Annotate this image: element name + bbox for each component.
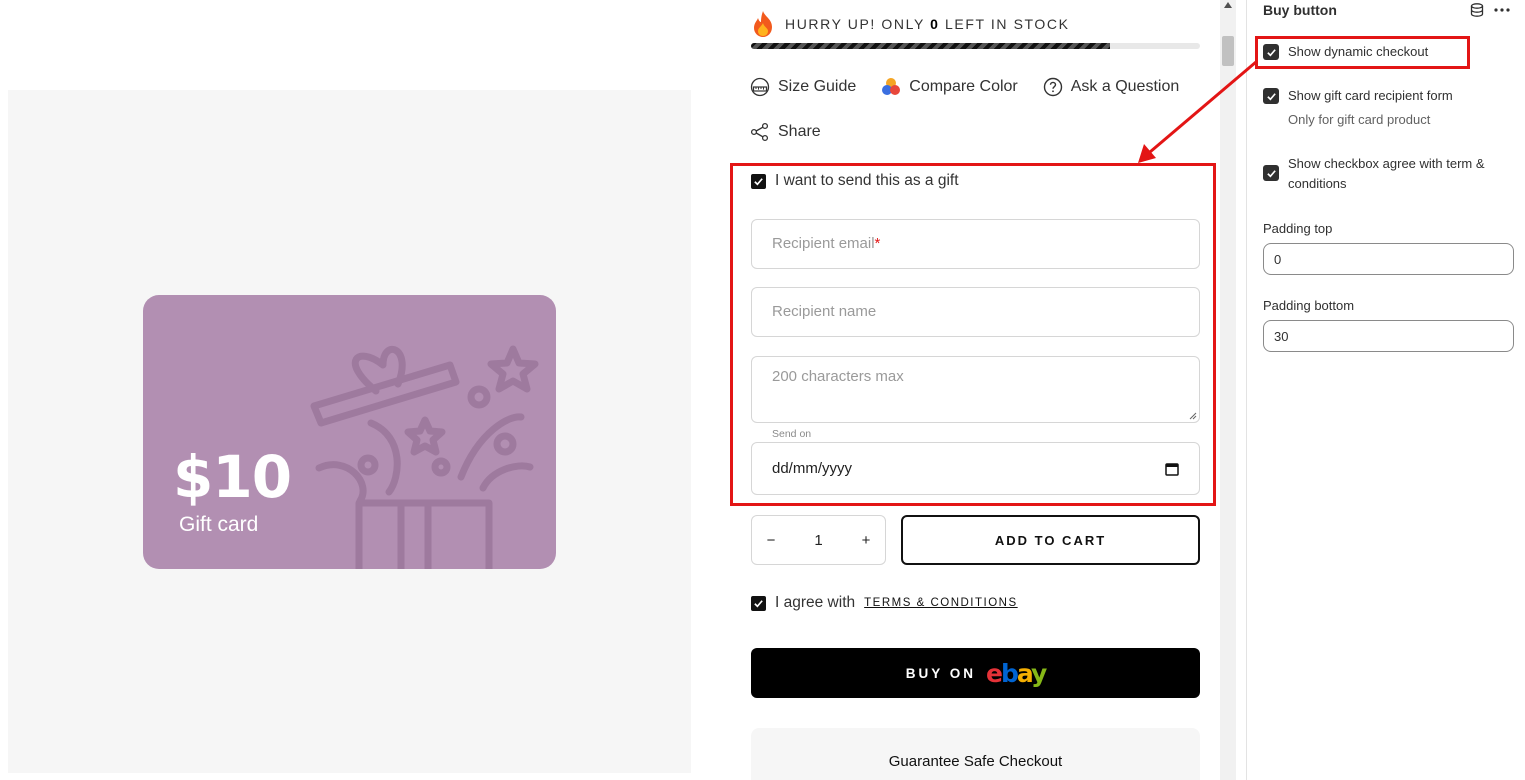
stock-progress-bar xyxy=(751,43,1200,49)
date-placeholder: dd/mm/yyyy xyxy=(772,460,853,477)
database-icon[interactable] xyxy=(1469,2,1485,18)
recipient-email-field[interactable]: Recipient email* xyxy=(751,219,1200,269)
guarantee-safe-checkout: Guarantee Safe Checkout xyxy=(751,728,1200,780)
padding-top-input[interactable]: 0 xyxy=(1263,243,1514,275)
agree-terms-label: Show checkbox agree with term & conditio… xyxy=(1288,156,1485,191)
add-to-cart-button[interactable]: ADD TO CART xyxy=(901,515,1200,565)
ask-question-label: Ask a Question xyxy=(1070,78,1180,95)
gift-message-placeholder: 200 characters max xyxy=(772,368,904,385)
guarantee-title: Guarantee Safe Checkout xyxy=(888,753,1063,770)
setting-show-agree-checkbox[interactable]: Show checkbox agree with term & conditio… xyxy=(1263,154,1513,194)
fire-icon xyxy=(754,11,772,37)
quantity-stepper: − 1 + xyxy=(751,515,886,565)
check-icon xyxy=(1266,169,1276,177)
check-icon xyxy=(754,177,763,185)
question-circle-icon xyxy=(1043,77,1062,97)
product-image-area: $10 Gift card xyxy=(8,90,691,773)
check-icon xyxy=(1266,92,1276,100)
buy-on-ebay-button[interactable]: BUY ON ebay xyxy=(751,648,1200,698)
send-on-date-field[interactable]: dd/mm/yyyy xyxy=(751,442,1200,495)
gift-recipient-form-hint: Only for gift card product xyxy=(1288,112,1431,127)
product-links: Size Guide Compare Color Ask a Question … xyxy=(750,76,1210,143)
more-options-icon[interactable] xyxy=(1493,2,1511,18)
calendar-icon[interactable] xyxy=(1165,462,1179,476)
padding-bottom-label: Padding bottom xyxy=(1263,298,1355,313)
dynamic-checkout-checkbox[interactable] xyxy=(1263,44,1279,60)
gift-recipient-form-checkbox[interactable] xyxy=(1263,88,1279,104)
required-mark: * xyxy=(874,235,881,252)
compare-color-label: Compare Color xyxy=(909,78,1018,95)
gift-card-amount: $10 xyxy=(173,443,292,511)
compare-color-link[interactable]: Compare Color xyxy=(881,76,1018,98)
share-link[interactable]: Share xyxy=(750,121,821,143)
agree-checkbox-row[interactable]: I agree with TERMS & CONDITIONS xyxy=(751,594,1018,612)
stock-text: HURRY UP! ONLY 0 LEFT IN STOCK xyxy=(785,16,1070,32)
dynamic-checkout-label: Show dynamic checkout xyxy=(1288,44,1429,59)
scroll-thumb[interactable] xyxy=(1222,36,1234,66)
send-on-label: Send on xyxy=(772,428,812,440)
size-guide-link[interactable]: Size Guide xyxy=(750,76,856,98)
settings-title: Buy button xyxy=(1263,2,1337,18)
size-guide-label: Size Guide xyxy=(778,78,857,95)
check-icon xyxy=(754,599,763,607)
resize-grip-icon[interactable] xyxy=(1189,412,1197,420)
check-icon xyxy=(1266,48,1276,56)
agree-terms-checkbox[interactable] xyxy=(1263,165,1279,181)
terms-link[interactable]: TERMS & CONDITIONS xyxy=(864,597,1018,609)
quantity-value[interactable]: 1 xyxy=(814,532,822,549)
scrollbar[interactable] xyxy=(1220,0,1236,780)
ask-question-link[interactable]: Ask a Question xyxy=(1043,76,1180,98)
gift-checkbox-label: I want to send this as a gift xyxy=(775,172,959,189)
recipient-name-field[interactable]: Recipient name xyxy=(751,287,1200,337)
ebay-logo: ebay xyxy=(985,658,1047,688)
setting-show-dynamic-checkout[interactable]: Show dynamic checkout xyxy=(1263,42,1428,62)
padding-top-label: Padding top xyxy=(1263,221,1333,236)
agree-checkbox[interactable] xyxy=(751,595,766,611)
padding-bottom-input[interactable]: 30 xyxy=(1263,320,1514,352)
recipient-email-placeholder: Recipient email xyxy=(772,235,875,252)
gift-recipient-form-label: Show gift card recipient form xyxy=(1288,88,1453,103)
recipient-name-placeholder: Recipient name xyxy=(772,303,877,320)
increase-quantity-button[interactable]: + xyxy=(859,532,873,549)
share-label: Share xyxy=(778,123,821,140)
stock-notice: HURRY UP! ONLY 0 LEFT IN STOCK xyxy=(750,10,1070,38)
gift-checkbox[interactable] xyxy=(751,173,766,189)
gift-card-image[interactable]: $10 Gift card xyxy=(143,295,556,569)
buy-on-label: BUY ON xyxy=(905,665,976,681)
scroll-up-arrow-icon[interactable] xyxy=(1224,2,1232,8)
stock-progress-fill xyxy=(751,43,1111,49)
settings-panel: Buy button Show dynamic checkout Show gi… xyxy=(1246,0,1525,780)
gift-message-field[interactable]: 200 characters max xyxy=(751,356,1200,423)
product-form: HURRY UP! ONLY 0 LEFT IN STOCK Size Guid… xyxy=(730,0,1220,780)
setting-show-gift-card-recipient-form[interactable]: Show gift card recipient form Only for g… xyxy=(1263,86,1453,130)
gift-checkbox-row[interactable]: I want to send this as a gift xyxy=(751,172,959,190)
share-icon xyxy=(750,122,769,142)
agree-label: I agree with xyxy=(775,594,856,611)
color-circles-icon xyxy=(882,78,901,95)
ruler-icon xyxy=(750,77,770,97)
gift-card-label: Gift card xyxy=(179,513,259,536)
decrease-quantity-button[interactable]: − xyxy=(764,532,778,549)
